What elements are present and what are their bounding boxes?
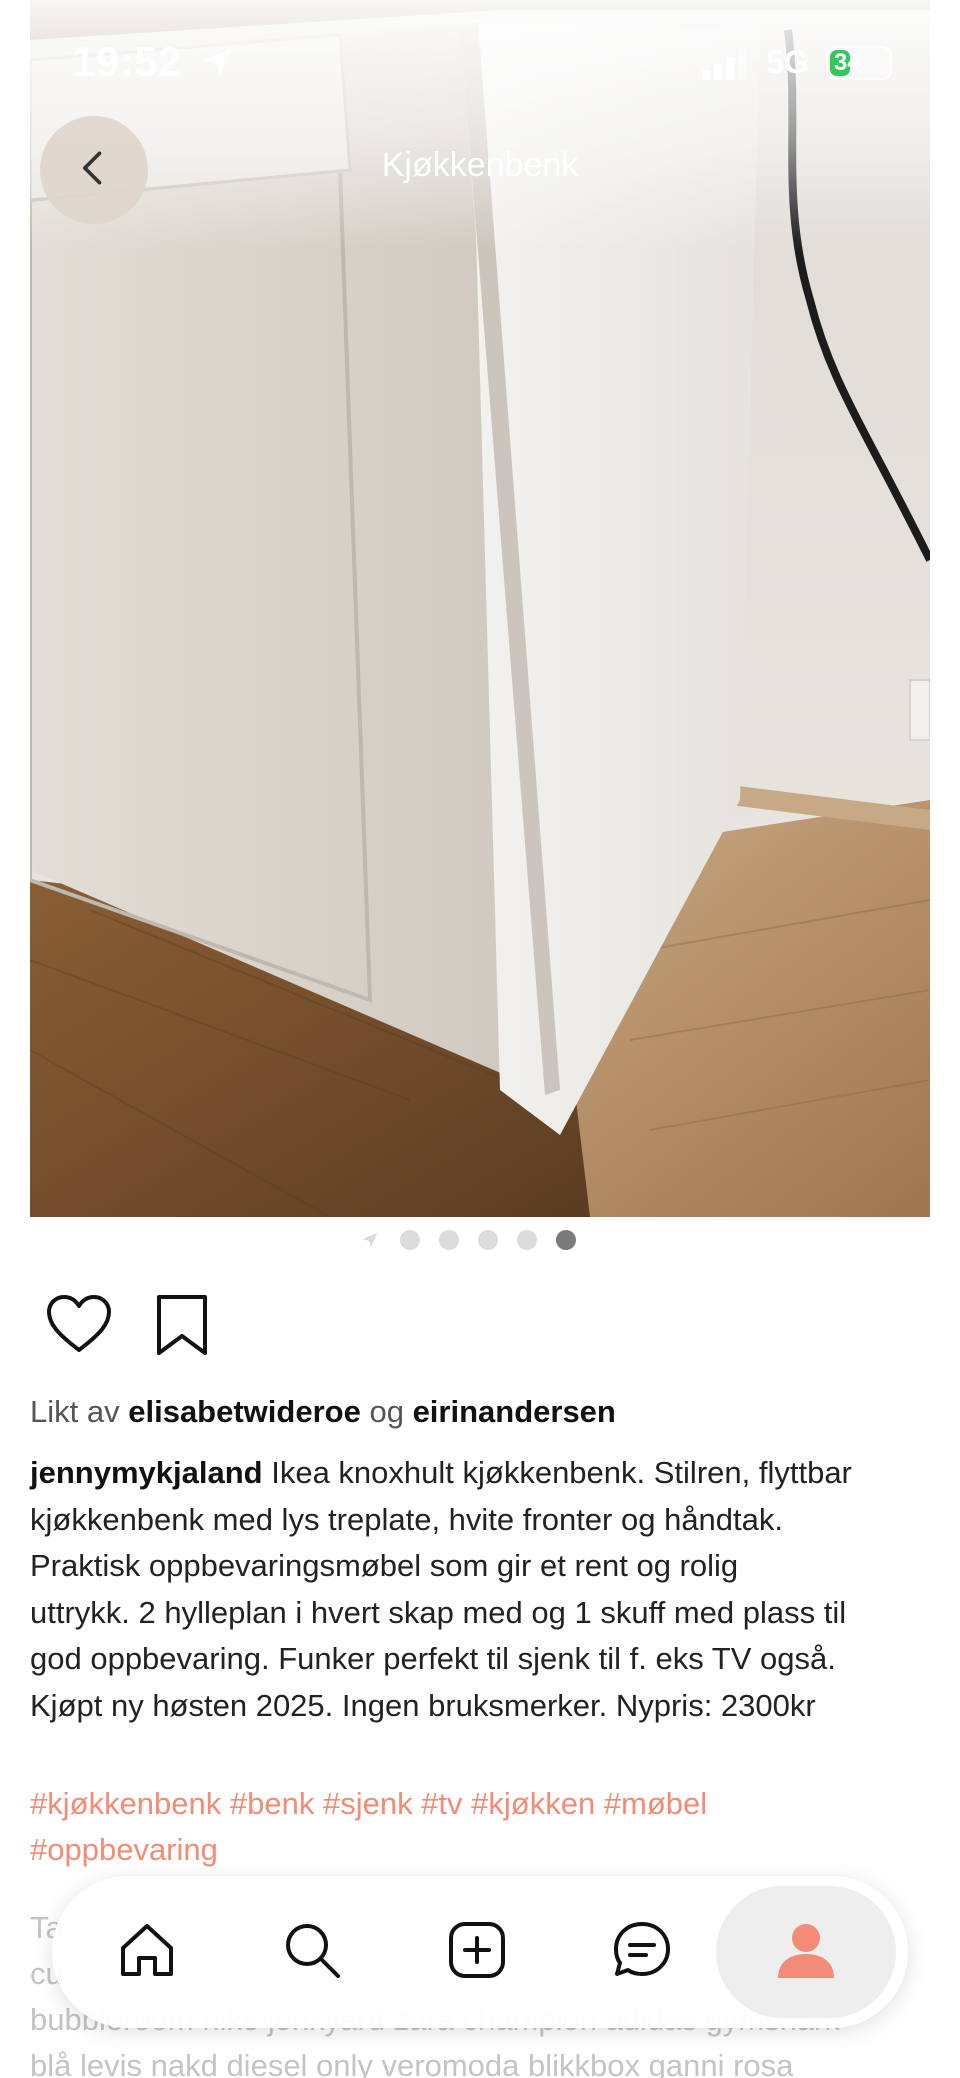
nav-profile[interactable]	[716, 1886, 896, 2018]
heart-outline-icon	[46, 1295, 112, 1358]
nav-add[interactable]	[402, 1876, 552, 2028]
chevron-left-icon	[72, 146, 116, 195]
liked-by-conjunction: og	[369, 1394, 404, 1429]
search-icon	[280, 1918, 344, 1987]
nav-search[interactable]	[237, 1876, 387, 2028]
profile-icon	[774, 1918, 838, 1987]
nav-messages[interactable]	[567, 1876, 717, 2028]
caption-username-link[interactable]: jennymykjaland	[30, 1455, 263, 1490]
back-button[interactable]	[40, 116, 148, 224]
liked-by-prefix: Likt av	[30, 1394, 120, 1429]
page-title: Kjøkkenbenk	[381, 146, 579, 184]
pager-dot[interactable]	[439, 1230, 459, 1250]
hashtags: #kjøkkenbenk #benk #sjenk #tv #kjøkken #…	[30, 1781, 935, 1873]
pager-dot[interactable]	[400, 1230, 420, 1250]
battery-charging-icon: 34	[826, 46, 892, 80]
nav-home[interactable]	[72, 1876, 222, 2028]
status-bar: 19:52 5G 34	[0, 0, 960, 120]
caption-line: Kjøpt ny høsten 2025. Ingen bruksmerker.…	[30, 1687, 816, 1723]
location-arrow-icon	[200, 44, 236, 85]
status-time: 19:52	[72, 38, 182, 85]
liked-by-user-link[interactable]: eirinandersen	[413, 1394, 616, 1429]
chat-bubble-icon	[610, 1918, 674, 1987]
bookmark-outline-icon	[154, 1295, 210, 1362]
pager-dot[interactable]	[478, 1230, 498, 1250]
hashtag-line[interactable]: #oppbevaring	[30, 1827, 935, 1873]
pager-dot-active[interactable]	[556, 1230, 576, 1250]
liked-by-line: Likt av elisabetwideroe og eirinandersen	[30, 1394, 616, 1430]
home-icon	[115, 1918, 179, 1987]
caption-line: god oppbevaring. Funker perfekt til sjen…	[30, 1641, 836, 1676]
bottom-nav	[52, 1876, 908, 2028]
caption-line: kjøkkenbenk med lys treplate, hvite fron…	[30, 1501, 784, 1537]
battery-percent: 34	[834, 49, 861, 76]
cellular-signal-icon	[702, 50, 748, 85]
caption-line: uttrykk. 2 hylleplan i hvert skap med og…	[30, 1594, 847, 1630]
post-detail-screen: 19:52 5G 34 Kjøkkenbenk Likt av elisabet…	[0, 0, 960, 2078]
hashtag-line[interactable]: #kjøkkenbenk #benk #sjenk #tv #kjøkken #…	[30, 1781, 935, 1827]
liked-by-user-link[interactable]: elisabetwideroe	[128, 1394, 361, 1429]
caption-line: Praktisk oppbevaringsmøbel som gir et re…	[30, 1548, 739, 1583]
post-caption: jennymykjaland Ikea knoxhult kjøkkenbenk…	[30, 1450, 935, 1729]
faded-tag-line: blå levis nakd diesel only veromoda blik…	[30, 2048, 794, 2078]
pager-dot[interactable]	[517, 1230, 537, 1250]
like-button[interactable]	[46, 1294, 112, 1354]
location-arrow-icon	[360, 1230, 380, 1255]
save-button[interactable]	[154, 1292, 210, 1358]
network-type: 5G	[766, 44, 809, 80]
plus-square-icon	[445, 1918, 509, 1987]
caption-line: jennymykjaland Ikea knoxhult kjøkkenbenk…	[30, 1450, 935, 1497]
caption-text: Ikea knoxhult kjøkkenbenk. Stilren, flyt…	[271, 1455, 852, 1490]
